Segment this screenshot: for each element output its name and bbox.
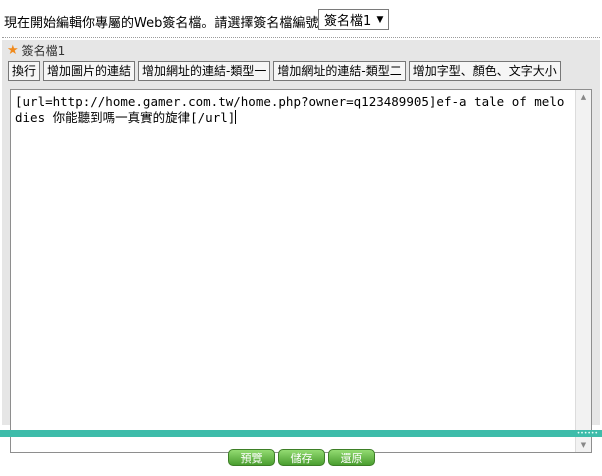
prompt-text: 現在開始編輯你專屬的Web簽名檔。請選擇簽名檔編號 <box>4 16 319 31</box>
scroll-down-icon[interactable]: ▼ <box>576 438 591 452</box>
signature-select[interactable]: 簽名檔1 ▼ <box>318 9 389 30</box>
signature-prompt: 現在開始編輯你專屬的Web簽名檔。請選擇簽名檔編號 <box>4 12 318 31</box>
text-caret <box>235 110 237 124</box>
resize-grip-icon[interactable]: •••••• <box>577 431 598 437</box>
panel-title: 簽名檔1 <box>21 44 66 58</box>
signature-select-value: 簽名檔1 <box>324 14 372 29</box>
signature-content[interactable]: [url=http://home.gamer.com.tw/home.php?o… <box>15 94 568 126</box>
panel-header: ★ 簽名檔1 <box>7 42 65 59</box>
newline-button[interactable]: 換行 <box>8 61 41 81</box>
signature-textarea[interactable]: [url=http://home.gamer.com.tw/home.php?o… <box>10 89 592 453</box>
divider <box>2 37 600 38</box>
chevron-down-icon[interactable]: ▼ <box>372 10 388 29</box>
star-icon: ★ <box>7 43 19 58</box>
add-image-link-button[interactable]: 增加圖片的連結 <box>43 61 136 81</box>
save-button[interactable]: 儲存 <box>278 449 325 466</box>
restore-button[interactable]: 還原 <box>328 449 375 466</box>
add-url-type2-button[interactable]: 增加網址的連結-類型二 <box>273 61 406 81</box>
signature-text: [url=http://home.gamer.com.tw/home.php?o… <box>15 94 565 125</box>
action-buttons: 預覽 儲存 還原 <box>228 449 375 466</box>
add-font-style-button[interactable]: 增加字型、顏色、文字大小 <box>408 61 561 81</box>
preview-button[interactable]: 預覽 <box>228 449 275 466</box>
scroll-up-icon[interactable]: ▲ <box>576 90 591 104</box>
format-toolbar: 換行 增加圖片的連結 增加網址的連結-類型一 增加網址的連結-類型二 增加字型、… <box>8 61 561 81</box>
teal-divider-bar: •••••• <box>0 430 602 437</box>
vertical-scrollbar[interactable]: ▲ ▼ <box>575 90 591 452</box>
signature-editor-panel: ★ 簽名檔1 換行 增加圖片的連結 增加網址的連結-類型一 增加網址的連結-類型… <box>2 40 600 453</box>
add-url-type1-button[interactable]: 增加網址的連結-類型一 <box>138 61 271 81</box>
